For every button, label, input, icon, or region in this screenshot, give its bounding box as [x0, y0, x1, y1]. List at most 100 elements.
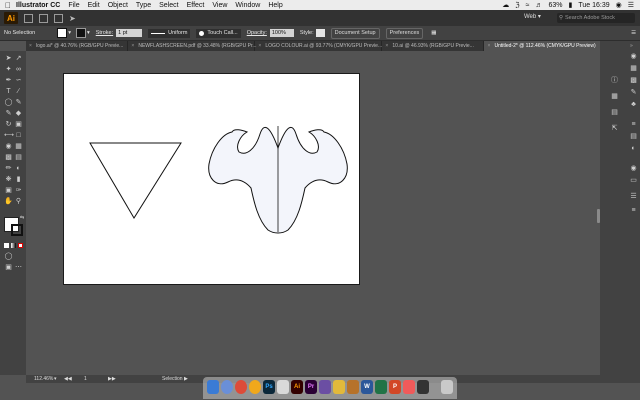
free-transform-tool-icon[interactable]: □ — [14, 132, 23, 140]
arrange-icon[interactable]: ▦ — [431, 30, 436, 36]
current-tool-status[interactable]: Selection — [162, 376, 183, 382]
stroke-panel-icon[interactable]: ≡ — [629, 121, 638, 129]
menu-type[interactable]: Type — [136, 2, 151, 9]
inverted-triangle-shape[interactable] — [89, 142, 182, 219]
rotate-tool-icon[interactable]: ↻ — [4, 121, 13, 129]
menu-view[interactable]: View — [212, 2, 227, 9]
preferences-button[interactable]: Preferences — [385, 27, 424, 39]
shape-builder-tool-icon[interactable]: ◉ — [4, 143, 13, 151]
gradient-mode-icon[interactable] — [11, 243, 16, 248]
zoom-field[interactable]: 112.46% — [34, 376, 53, 382]
final-cut-icon[interactable] — [417, 380, 429, 394]
width-tool-icon[interactable]: ⟷ — [4, 132, 14, 140]
first-artboard-icon[interactable]: ◀◀ — [64, 376, 72, 382]
zoom-dropdown-icon[interactable]: ▾ — [54, 376, 57, 382]
symbol-sprayer-tool-icon[interactable]: ❋ — [4, 176, 13, 184]
menu-select[interactable]: Select — [159, 2, 178, 9]
next-artboard-icon[interactable]: ▶▶ — [108, 376, 116, 382]
scale-tool-icon[interactable]: ▣ — [14, 121, 23, 129]
finder-icon[interactable] — [207, 380, 219, 394]
none-mode-icon[interactable] — [18, 243, 23, 248]
excel-icon[interactable] — [375, 380, 387, 394]
photos-icon[interactable] — [403, 380, 415, 394]
close-icon[interactable]: × — [29, 41, 32, 51]
close-icon[interactable]: × — [131, 41, 134, 51]
apple-icon[interactable]:  — [0, 1, 16, 10]
paintbrush-tool-icon[interactable]: ✎ — [14, 99, 23, 107]
tab-logo[interactable]: × logo.ai* @ 40.76% (RGB/GPU Previe... — [26, 41, 129, 51]
close-icon[interactable]: × — [487, 41, 490, 51]
stroke-swatch[interactable] — [75, 28, 86, 38]
gradient-tool-icon[interactable]: ▤ — [14, 154, 23, 162]
wifi-icon[interactable]: ≈ — [526, 2, 530, 9]
color-panel-icon[interactable]: ◉ — [629, 53, 638, 61]
word-icon[interactable]: W — [361, 380, 373, 394]
line-tool-icon[interactable]: ∕ — [14, 88, 23, 96]
tab-untitled-2[interactable]: × Untitled-2* @ 112.46% (CMYK/GPU Preview… — [484, 41, 606, 51]
graphic-style-swatch[interactable] — [315, 29, 325, 37]
selection-tool-icon[interactable]: ➤ — [4, 55, 13, 63]
notifications-icon[interactable]: ☰ — [628, 1, 634, 9]
blend-tool-icon[interactable]: ◐ — [14, 165, 23, 173]
lasso-tool-icon[interactable]: ∞ — [14, 66, 23, 74]
menu-file[interactable]: File — [68, 2, 79, 9]
unknown-app-icon[interactable] — [277, 380, 289, 394]
swap-fill-stroke-icon[interactable]: ⇆ — [20, 215, 24, 221]
stroke-dropdown-icon[interactable]: ▾ — [87, 30, 90, 36]
screen-mode-icon[interactable]: ▣ — [4, 264, 13, 272]
color-guide-icon[interactable]: ▦ — [629, 65, 638, 73]
magic-wand-tool-icon[interactable]: ✦ — [4, 66, 13, 74]
tab-newflashscreen[interactable]: × NEWFLASHSCREEN.pdf @ 33.48% (RGB/GPU Pr… — [128, 41, 257, 51]
audio-app-icon[interactable] — [319, 380, 331, 394]
preview-icon[interactable] — [347, 380, 359, 394]
photoshop-icon[interactable]: Ps — [263, 380, 275, 394]
tab-10[interactable]: × 10.ai @ 46.93% (RGB/GPU Previe... — [382, 41, 485, 51]
stock-icon[interactable] — [39, 13, 48, 23]
menu-window[interactable]: Window — [235, 2, 260, 9]
artboard-tool-icon[interactable]: ▣ — [4, 187, 13, 195]
clock[interactable]: Tue 16:39 — [578, 2, 609, 9]
dock-collapse-icon[interactable]: » — [630, 43, 633, 49]
eraser-tool-icon[interactable]: ◆ — [14, 110, 23, 118]
fill-swatch[interactable] — [57, 28, 68, 38]
powerpoint-icon[interactable]: P — [389, 380, 401, 394]
arrange-documents-icon[interactable] — [54, 13, 63, 23]
stroke-label[interactable]: Stroke: — [96, 30, 113, 36]
hand-tool-icon[interactable]: ✋ — [4, 198, 13, 206]
chrome-icon[interactable] — [235, 380, 247, 394]
align-panel-icon[interactable]: ≡ — [629, 207, 638, 215]
stroke-profile-select[interactable]: Uniform — [148, 28, 191, 38]
control-menu-icon[interactable]: ☰ — [631, 30, 636, 36]
drawing-mode-icon[interactable]: ◯ — [4, 253, 13, 261]
curvature-tool-icon[interactable]: ∽ — [14, 77, 23, 85]
menu-edit[interactable]: Edit — [88, 2, 100, 9]
eyedropper-tool-icon[interactable]: ✏ — [4, 165, 13, 173]
menu-help[interactable]: Help — [268, 2, 282, 9]
creative-cloud-icon[interactable]: ☁ — [502, 1, 509, 9]
bluetooth-icon[interactable]: ℨ — [515, 1, 519, 9]
premiere-icon[interactable]: Pr — [305, 380, 317, 394]
app-menu[interactable]: Illustrator CC — [16, 2, 60, 9]
layers-panel-icon[interactable]: ☰ — [629, 193, 638, 201]
artboard-number-field[interactable]: 1 — [84, 376, 87, 382]
properties-panel-icon[interactable]: ⓘ — [610, 77, 619, 85]
status-dropdown-icon[interactable]: ▶ — [184, 376, 188, 382]
brush-select[interactable]: Touch Call... — [196, 28, 241, 38]
libraries-panel-icon[interactable]: ▦ — [610, 93, 619, 101]
vertical-scrollbar[interactable] — [597, 209, 600, 223]
stickies-icon[interactable] — [333, 380, 345, 394]
close-icon[interactable]: × — [258, 41, 261, 51]
volume-icon[interactable]: ♬ — [535, 2, 542, 9]
direct-selection-tool-icon[interactable]: ↗ — [14, 55, 23, 63]
artboard[interactable] — [63, 73, 360, 285]
chrome-canary-icon[interactable] — [249, 380, 261, 394]
mesh-tool-icon[interactable]: ▩ — [4, 154, 13, 162]
swatches-panel-icon[interactable]: ▩ — [629, 77, 638, 85]
menu-effect[interactable]: Effect — [187, 2, 205, 9]
opacity-label[interactable]: Opacity: — [247, 30, 267, 36]
siri-icon[interactable]: ◉ — [616, 1, 622, 9]
graphic-styles-panel-icon[interactable]: ▭ — [629, 177, 638, 185]
illustrator-dock-icon[interactable]: Ai — [291, 380, 303, 394]
fill-dropdown-icon[interactable]: ▾ — [68, 30, 71, 36]
edit-toolbar-icon[interactable]: ⋯ — [14, 264, 23, 272]
